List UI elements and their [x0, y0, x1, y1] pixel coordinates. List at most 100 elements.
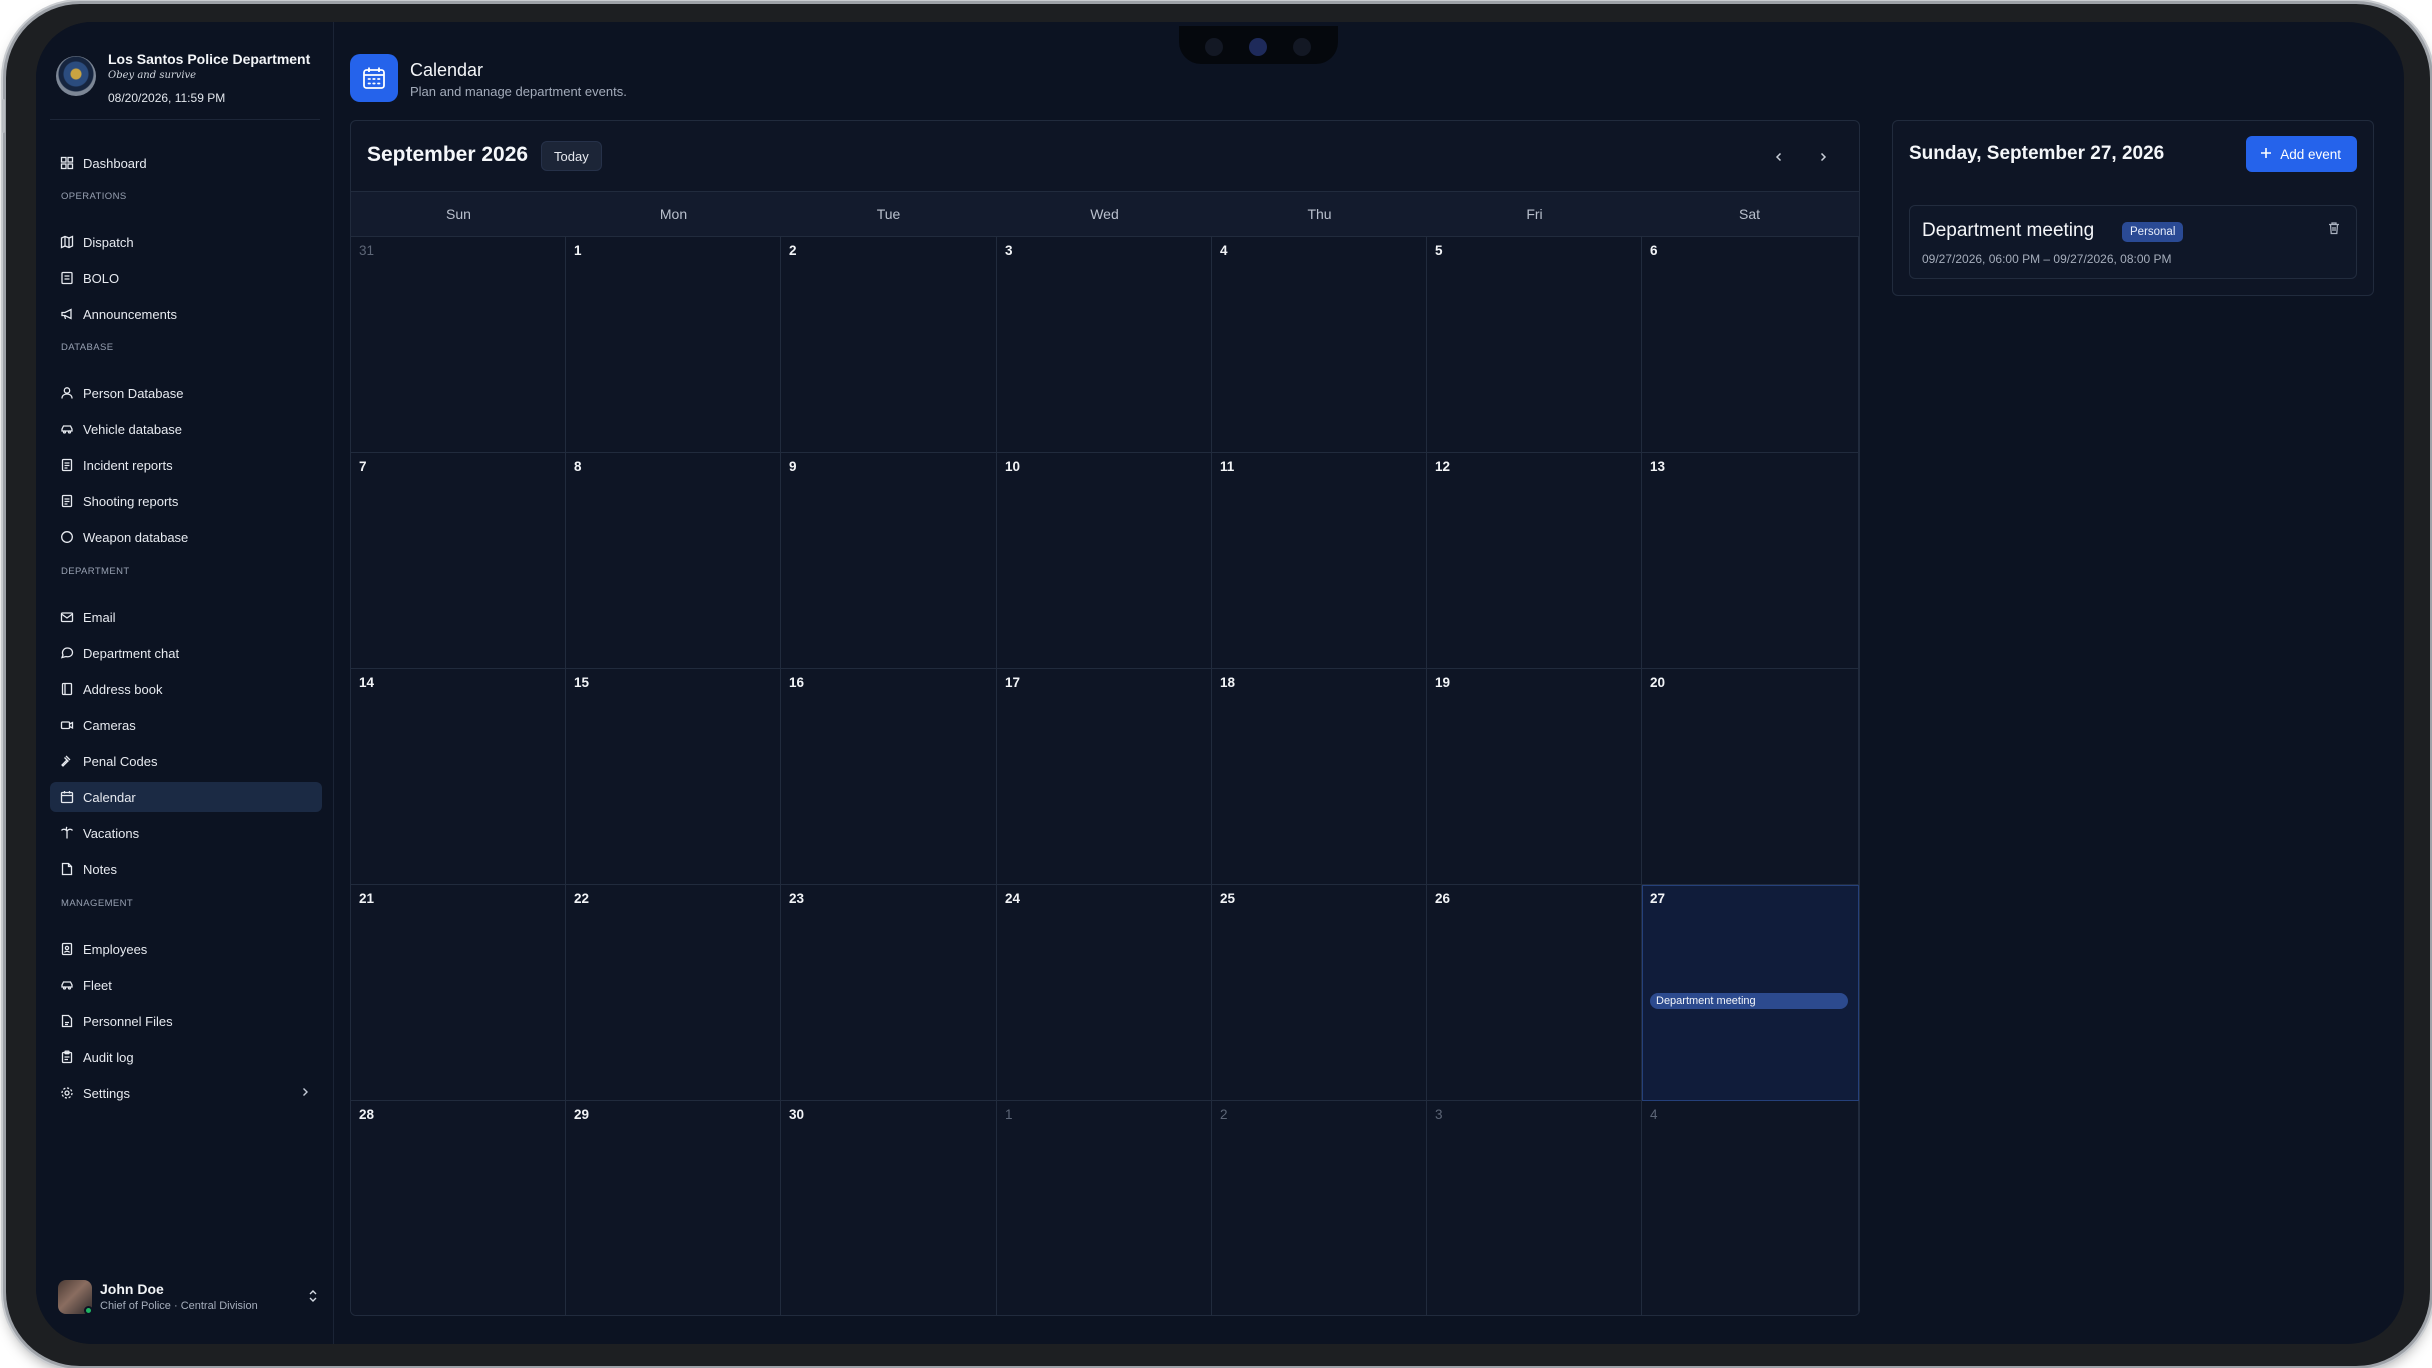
- sidebar-item-email[interactable]: Email: [50, 602, 322, 632]
- sidebar-item-cameras[interactable]: Cameras: [50, 710, 322, 740]
- day-number: 11: [1220, 459, 1235, 474]
- calendar-day-cell[interactable]: 31: [351, 237, 566, 453]
- dashboard-icon: [60, 156, 74, 170]
- camera-icon: [1205, 38, 1223, 56]
- sidebar-item-audit-log[interactable]: Audit log: [50, 1042, 322, 1072]
- sidebar-item-dispatch[interactable]: Dispatch: [50, 227, 322, 257]
- sidebar-item-announcements[interactable]: Announcements: [50, 299, 322, 329]
- event-chip[interactable]: Department meeting: [1650, 993, 1848, 1009]
- event-category-badge: Personal: [2122, 222, 2184, 242]
- sidebar-item-personnel-files[interactable]: Personnel Files: [50, 1006, 322, 1036]
- online-status-indicator: [84, 1306, 93, 1315]
- add-event-button[interactable]: Add event: [2246, 136, 2357, 172]
- calendar-day-cell[interactable]: 26: [1427, 885, 1642, 1101]
- sidebar-item-label: Incident reports: [83, 457, 173, 473]
- weekday-header-row: Sun Mon Tue Wed Thu Fri Sat: [351, 191, 1859, 237]
- calendar-icon: [350, 54, 398, 102]
- calendar-day-cell[interactable]: 15: [566, 669, 781, 885]
- calendar-day-cell[interactable]: 25: [1212, 885, 1427, 1101]
- calendar-day-cell[interactable]: 9: [781, 453, 997, 669]
- calendar-day-cell[interactable]: 28: [351, 1101, 566, 1315]
- calendar-day-cell[interactable]: 17: [997, 669, 1212, 885]
- weekday-label: Wed: [1090, 206, 1119, 222]
- calendar-day-cell[interactable]: 3: [1427, 1101, 1642, 1315]
- user-menu[interactable]: John Doe Chief of Police · Central Divis…: [58, 1276, 326, 1316]
- sidebar-item-dashboard[interactable]: Dashboard: [50, 148, 322, 178]
- sidebar-item-label: Email: [83, 609, 116, 625]
- user-icon: [60, 386, 74, 400]
- selected-date-heading: Sunday, September 27, 2026: [1909, 143, 2165, 164]
- calendar-day-cell[interactable]: 27 Department meeting: [1642, 885, 1859, 1101]
- calendar-day-cell[interactable]: 12: [1427, 453, 1642, 669]
- sidebar-item-vehicle-database[interactable]: Vehicle database: [50, 414, 322, 444]
- trash-icon[interactable]: [2326, 220, 2342, 236]
- sidebar-item-fleet[interactable]: Fleet: [50, 970, 322, 1000]
- sidebar-item-label: Calendar: [83, 789, 136, 805]
- sidebar-item-vacations[interactable]: Vacations: [50, 818, 322, 848]
- weekday-label: Mon: [659, 206, 688, 222]
- sidebar-item-employees[interactable]: Employees: [50, 934, 322, 964]
- calendar-day-cell[interactable]: 5: [1427, 237, 1642, 453]
- book-icon: [60, 271, 74, 285]
- calendar-day-cell[interactable]: 20: [1642, 669, 1859, 885]
- calendar-day-cell[interactable]: 11: [1212, 453, 1427, 669]
- day-number: 23: [789, 891, 805, 906]
- day-events-panel: Sunday, September 27, 2026 Add event Dep…: [1892, 120, 2374, 296]
- weekday-label: Sat: [1738, 206, 1760, 222]
- day-number: 16: [789, 675, 805, 690]
- calendar-day-cell[interactable]: 2: [1212, 1101, 1427, 1315]
- sidebar-item-department-chat[interactable]: Department chat: [50, 638, 322, 668]
- calendar-day-cell[interactable]: 23: [781, 885, 997, 1101]
- calendar-day-cell[interactable]: 10: [997, 453, 1212, 669]
- calendar-day-cell[interactable]: 14: [351, 669, 566, 885]
- calendar-day-cell[interactable]: 18: [1212, 669, 1427, 885]
- calendar-panel: September 2026 Today Sun Mon Tue Wed Thu…: [350, 120, 1860, 1316]
- day-number: 9: [789, 459, 797, 474]
- calendar-day-cell[interactable]: 22: [566, 885, 781, 1101]
- day-number: 6: [1650, 243, 1658, 258]
- weekday-label: Tue: [876, 206, 901, 222]
- calendar-day-cell[interactable]: 3: [997, 237, 1212, 453]
- event-card[interactable]: Department meeting Personal 09/27/2026, …: [1909, 205, 2357, 279]
- chevron-right-icon: [298, 1085, 312, 1099]
- calendar-day-cell[interactable]: 7: [351, 453, 566, 669]
- day-number: 2: [789, 243, 797, 258]
- gavel-icon: [60, 754, 74, 768]
- calendar-day-cell[interactable]: 8: [566, 453, 781, 669]
- sidebar-item-person-database[interactable]: Person Database: [50, 378, 322, 408]
- palm-tree-icon: [60, 826, 74, 840]
- calendar-day-cell[interactable]: 24: [997, 885, 1212, 1101]
- sidebar-item-weapon-database[interactable]: Weapon database: [50, 522, 322, 552]
- calendar-day-cell[interactable]: 29: [566, 1101, 781, 1315]
- day-number: 17: [1005, 675, 1021, 690]
- sidebar-item-address-book[interactable]: Address book: [50, 674, 322, 704]
- calendar-day-cell[interactable]: 6: [1642, 237, 1859, 453]
- document-icon: [60, 494, 74, 508]
- calendar-day-cell[interactable]: 4: [1212, 237, 1427, 453]
- calendar-day-cell[interactable]: 1: [566, 237, 781, 453]
- calendar-day-cell[interactable]: 1: [997, 1101, 1212, 1315]
- sidebar-item-calendar[interactable]: Calendar: [50, 782, 322, 812]
- previous-month-button[interactable]: [1765, 143, 1793, 171]
- calendar-day-cell[interactable]: 30: [781, 1101, 997, 1315]
- org-name: Los Santos Police Department: [108, 51, 311, 67]
- calendar-day-cell[interactable]: 4: [1642, 1101, 1859, 1315]
- device-frame: Los Santos Police Department Obey and su…: [2, 4, 2430, 1366]
- sidebar-item-incident-reports[interactable]: Incident reports: [50, 450, 322, 480]
- calendar-day-cell[interactable]: 13: [1642, 453, 1859, 669]
- sidebar-item-penal-codes[interactable]: Penal Codes: [50, 746, 322, 776]
- chevron-up-down-icon[interactable]: [306, 1288, 320, 1304]
- event-time-range: 09/27/2026, 06:00 PM – 09/27/2026, 08:00…: [1922, 252, 2172, 266]
- sidebar-item-notes[interactable]: Notes: [50, 854, 322, 884]
- next-month-button[interactable]: [1809, 143, 1837, 171]
- calendar-day-cell[interactable]: 2: [781, 237, 997, 453]
- sidebar-item-settings[interactable]: Settings: [50, 1078, 322, 1108]
- sidebar-item-shooting-reports[interactable]: Shooting reports: [50, 486, 322, 516]
- calendar-day-cell[interactable]: 21: [351, 885, 566, 1101]
- calendar-day-cell[interactable]: 16: [781, 669, 997, 885]
- today-button[interactable]: Today: [541, 141, 602, 171]
- calendar-day-cell[interactable]: 19: [1427, 669, 1642, 885]
- sidebar-item-bolo[interactable]: BOLO: [50, 263, 322, 293]
- sidebar-item-label: Dashboard: [83, 155, 147, 171]
- sidebar-item-label: Penal Codes: [83, 753, 158, 769]
